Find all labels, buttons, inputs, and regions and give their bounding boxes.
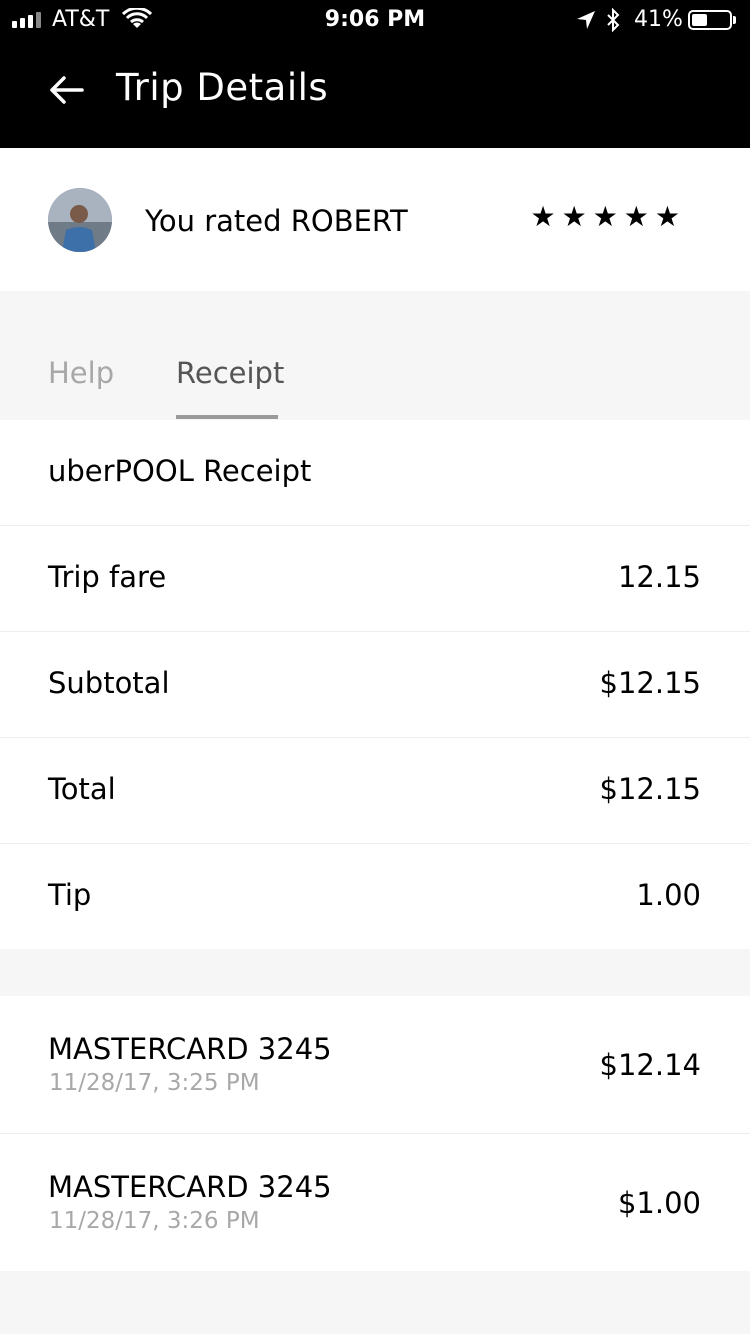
payment-amount: $1.00 xyxy=(617,1186,701,1220)
line-item-trip-fare: Trip fare 12.15 xyxy=(0,526,750,632)
line-item-value: $12.15 xyxy=(599,772,701,806)
battery-fill xyxy=(692,14,707,26)
receipt-title-row: uberPOOL Receipt xyxy=(0,420,750,526)
line-item-tip: Tip 1.00 xyxy=(0,844,750,949)
line-item-subtotal: Subtotal $12.15 xyxy=(0,632,750,738)
line-item-label: Tip xyxy=(48,878,92,912)
payment-card: MASTERCARD 3245 xyxy=(48,1032,332,1066)
avatar xyxy=(48,188,112,252)
app-header: AT&T 9:06 PM 41% Trip Details xyxy=(0,0,750,148)
payment-row: MASTERCARD 3245 11/28/17, 3:25 PM $12.14 xyxy=(0,996,750,1134)
rating-text: You rated ROBERT xyxy=(145,204,408,238)
line-item-value: 1.00 xyxy=(636,878,701,912)
payment-card: MASTERCARD 3245 xyxy=(48,1170,332,1204)
page-title: Trip Details xyxy=(116,66,329,109)
line-item-label: Total xyxy=(48,772,116,806)
line-item-total: Total $12.15 xyxy=(0,738,750,844)
driver-rating-row: You rated ROBERT ★★★★★ xyxy=(0,148,750,291)
payment-date: 11/28/17, 3:26 PM xyxy=(49,1208,260,1234)
bluetooth-icon xyxy=(607,8,620,32)
arrow-left-icon[interactable] xyxy=(46,70,86,110)
star-rating: ★★★★★ xyxy=(530,200,686,233)
payment-amount: $12.14 xyxy=(599,1048,701,1082)
status-bar: AT&T 9:06 PM 41% xyxy=(0,0,750,40)
receipt-title: uberPOOL Receipt xyxy=(48,454,312,488)
payment-date: 11/28/17, 3:25 PM xyxy=(49,1070,260,1096)
location-arrow-icon xyxy=(577,11,595,29)
driver-photo xyxy=(48,188,112,252)
battery-percent: 41% xyxy=(634,7,683,32)
receipt-section: uberPOOL Receipt Trip fare 12.15 Subtota… xyxy=(0,420,750,949)
battery-tip xyxy=(733,16,736,24)
line-item-value: $12.15 xyxy=(599,666,701,700)
active-tab-indicator xyxy=(176,415,278,419)
tab-help[interactable]: Help xyxy=(48,356,114,390)
payment-row: MASTERCARD 3245 11/28/17, 3:26 PM $1.00 xyxy=(0,1134,750,1271)
tab-bar: Help Receipt xyxy=(0,292,750,420)
tab-receipt[interactable]: Receipt xyxy=(176,356,284,390)
line-item-value: 12.15 xyxy=(617,560,701,594)
battery-icon xyxy=(688,10,732,30)
line-item-label: Subtotal xyxy=(48,666,170,700)
line-item-label: Trip fare xyxy=(48,560,167,594)
payments-section: MASTERCARD 3245 11/28/17, 3:25 PM $12.14… xyxy=(0,996,750,1271)
